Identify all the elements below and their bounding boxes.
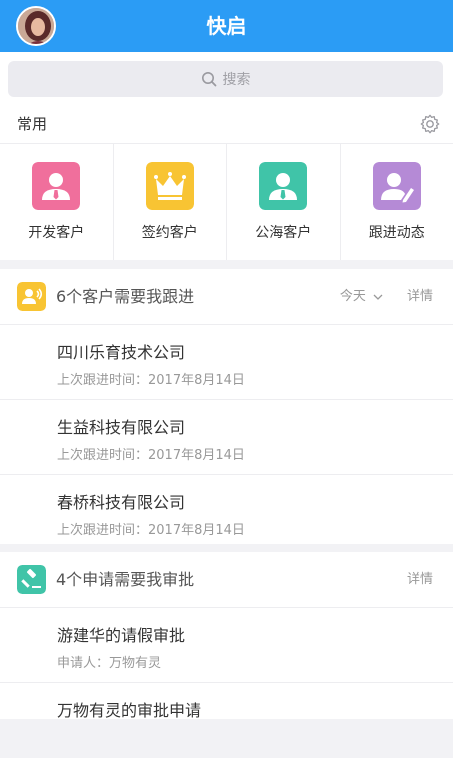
person-tie-icon [259, 162, 307, 210]
page-title: 快启 [0, 0, 453, 52]
last-followup-time: 上次跟进时间：2017年8月14日 [57, 369, 245, 388]
date-filter-label: 今天 [340, 289, 366, 304]
customer-name: 四川乐育技术公司 [57, 339, 185, 363]
list-item[interactable]: 万物有灵的审批申请 [0, 683, 453, 758]
person-tie-icon [32, 162, 80, 210]
list-item[interactable]: 生益科技有限公司 上次跟进时间：2017年8月14日 [0, 400, 453, 475]
approval-title: 游建华的请假审批 [57, 622, 185, 646]
shortcut-followup-updates[interactable]: 跟进动态 [341, 144, 453, 260]
card-title: 6个客户需要我跟进 [56, 269, 194, 325]
section-label: 常用 [17, 105, 47, 143]
applicant: 申请人：万物有灵 [57, 652, 161, 671]
details-link[interactable]: 详情 [407, 552, 433, 608]
details-link[interactable]: 详情 [407, 269, 433, 325]
customers-icon [17, 282, 46, 311]
search-input[interactable]: 搜索 [8, 61, 443, 97]
shortcut-label: 跟进动态 [341, 222, 453, 242]
card-header: 6个客户需要我跟进 今天 详情 [0, 269, 453, 325]
last-followup-time: 上次跟进时间：2017年8月14日 [57, 444, 245, 463]
followup-card: 6个客户需要我跟进 今天 详情 四川乐育技术公司 上次跟进时间：2017年8月1… [0, 269, 453, 544]
crown-icon [146, 162, 194, 210]
list-item[interactable]: 四川乐育技术公司 上次跟进时间：2017年8月14日 [0, 325, 453, 400]
approval-card: 4个申请需要我审批 详情 游建华的请假审批 申请人：万物有灵 万物有灵的审批申请 [0, 552, 453, 719]
customer-name: 生益科技有限公司 [57, 414, 185, 438]
shortcut-label: 开发客户 [0, 222, 113, 242]
gavel-icon [17, 565, 46, 594]
gear-icon[interactable] [419, 113, 441, 135]
top-bar: 快启 [0, 0, 453, 52]
shortcut-develop-customers[interactable]: 开发客户 [0, 144, 114, 260]
search-area: 搜索 [0, 52, 453, 105]
approval-title: 万物有灵的审批申请 [57, 697, 201, 721]
list-item[interactable]: 春桥科技有限公司 上次跟进时间：2017年8月14日 [0, 475, 453, 550]
shortcut-signed-customers[interactable]: 签约客户 [114, 144, 228, 260]
search-placeholder: 搜索 [223, 69, 251, 89]
common-section-header: 常用 [0, 105, 453, 143]
shortcut-label: 公海客户 [227, 222, 340, 242]
customer-name: 春桥科技有限公司 [57, 489, 185, 513]
shortcut-grid: 开发客户 签约客户 公海客户 跟进动态 [0, 143, 453, 260]
last-followup-time: 上次跟进时间：2017年8月14日 [57, 519, 245, 538]
chevron-down-icon [373, 293, 383, 301]
person-pen-icon [373, 162, 421, 210]
date-filter-dropdown[interactable]: 今天 [340, 269, 383, 325]
search-icon [201, 71, 217, 87]
shortcut-label: 签约客户 [114, 222, 227, 242]
card-header: 4个申请需要我审批 详情 [0, 552, 453, 608]
card-title: 4个申请需要我审批 [56, 552, 194, 608]
shortcut-public-customers[interactable]: 公海客户 [227, 144, 341, 260]
list-item[interactable]: 游建华的请假审批 申请人：万物有灵 [0, 608, 453, 683]
